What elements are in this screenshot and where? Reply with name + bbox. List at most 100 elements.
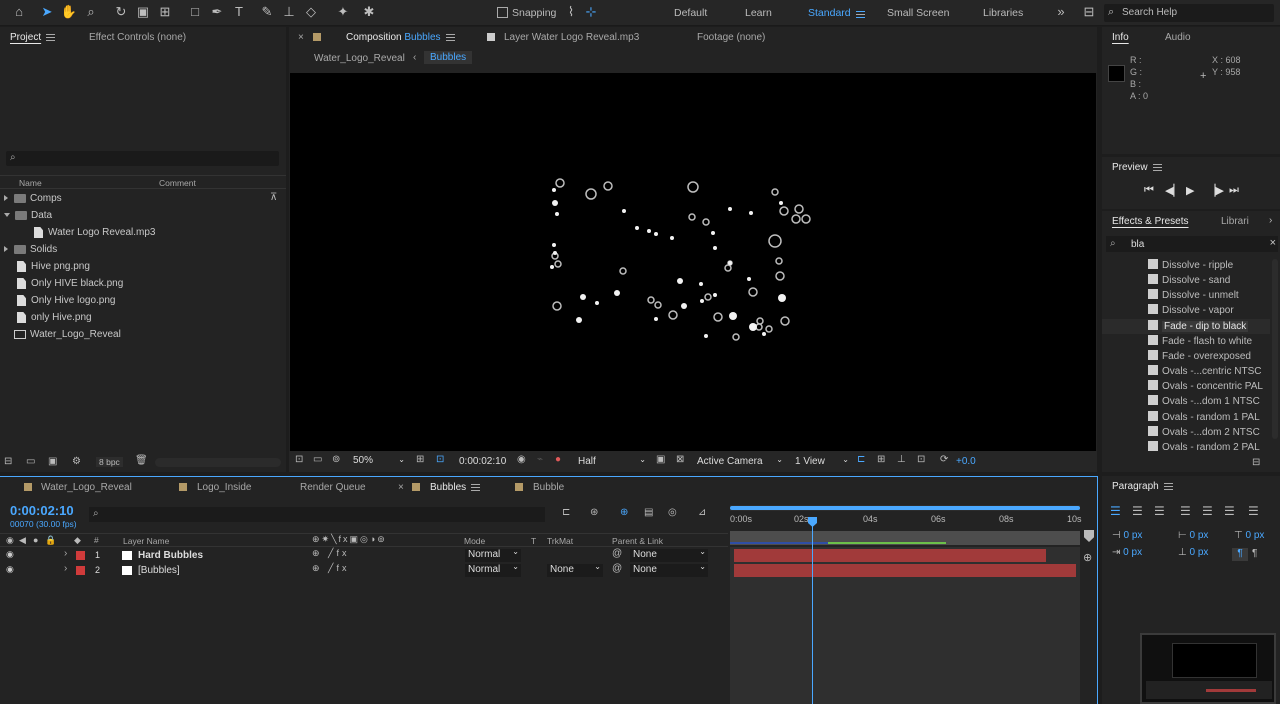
snap-grid-icon[interactable]: ⊹ bbox=[582, 3, 600, 21]
col-trkmat[interactable]: TrkMat bbox=[547, 536, 573, 546]
play-button[interactable]: ▶ bbox=[1186, 184, 1194, 197]
new-composition-icon[interactable]: ▣ bbox=[48, 456, 57, 467]
close-icon[interactable]: × bbox=[398, 482, 404, 493]
timeline-timecode[interactable]: 0:00:02:10 bbox=[10, 503, 74, 518]
timeline-icon[interactable]: ⊥ bbox=[897, 454, 906, 465]
region-of-interest-icon[interactable]: ▣ bbox=[656, 454, 665, 465]
new-folder-icon[interactable]: ▭ bbox=[26, 456, 35, 467]
effect-item-selected[interactable]: Fade - dip to black bbox=[1148, 319, 1249, 334]
more-workspaces-icon[interactable]: » bbox=[1052, 3, 1070, 21]
type-tool-icon[interactable]: T bbox=[230, 3, 248, 21]
project-item-image[interactable]: Only HIVE black.png bbox=[17, 278, 123, 289]
views-select[interactable]: 1 View ⌄ bbox=[795, 455, 851, 470]
motion-blur-icon[interactable]: ◎ bbox=[668, 507, 677, 518]
graph-editor-icon[interactable]: ⊿ bbox=[698, 507, 706, 518]
last-frame-button[interactable]: ⏭ bbox=[1229, 184, 1239, 197]
effect-item[interactable]: Ovals -...dom 2 NTSC bbox=[1148, 425, 1260, 440]
next-frame-button[interactable]: ▕▶ bbox=[1207, 184, 1224, 197]
effect-item[interactable]: Dissolve - ripple bbox=[1148, 258, 1233, 273]
pan-behind-tool-icon[interactable]: ⊞ bbox=[156, 3, 174, 21]
color-channels-icon[interactable]: ● bbox=[555, 454, 561, 465]
timeline-tab[interactable]: Logo_Inside bbox=[197, 477, 252, 499]
timeline-tab[interactable]: Water_Logo_Reveal bbox=[41, 477, 132, 499]
justify-all-icon[interactable]: ☰ bbox=[1248, 504, 1259, 518]
network-icon[interactable]: ⊼ bbox=[270, 192, 277, 203]
effect-item[interactable]: Dissolve - sand bbox=[1148, 273, 1230, 288]
timeline-search-input[interactable]: ⌕ bbox=[89, 507, 545, 522]
previous-frame-button[interactable]: ◀▏ bbox=[1165, 184, 1182, 197]
align-left-icon[interactable]: ☰ bbox=[1110, 504, 1121, 518]
ltr-direction-icon[interactable]: ¶ bbox=[1232, 548, 1248, 561]
eraser-tool-icon[interactable]: ◇ bbox=[302, 3, 320, 21]
workspace-small-screen[interactable]: Small Screen bbox=[887, 0, 949, 26]
close-icon[interactable]: × bbox=[298, 32, 304, 43]
transparency-grid-icon[interactable]: ⊠ bbox=[676, 454, 684, 465]
clone-stamp-tool-icon[interactable]: ⊥ bbox=[280, 3, 298, 21]
trash-icon[interactable]: 🗑 bbox=[135, 455, 148, 466]
project-item-image[interactable]: only Hive.png bbox=[17, 312, 92, 323]
first-line-indent-field[interactable]: ⇥ 0 px bbox=[1112, 547, 1142, 558]
time-ruler[interactable]: 0:00s 02s 04s 06s 08s 10s bbox=[730, 513, 1082, 529]
safe-zones-icon[interactable]: ⊡ bbox=[436, 454, 444, 465]
playhead[interactable] bbox=[812, 519, 813, 704]
effect-item[interactable]: Ovals - concentric PAL bbox=[1148, 379, 1263, 394]
tab-project[interactable]: Project bbox=[10, 27, 56, 49]
effect-item[interactable]: Fade - overexposed bbox=[1148, 349, 1251, 364]
workspace-switch-icon[interactable]: ⊟ bbox=[1080, 3, 1098, 21]
effect-item[interactable]: Ovals - random 1 PAL bbox=[1148, 410, 1260, 425]
effect-item[interactable]: Fade - flash to white bbox=[1148, 334, 1252, 349]
layer-switches[interactable]: ⊕ ╱fx bbox=[312, 563, 349, 574]
fast-previews-icon[interactable]: ⊞ bbox=[877, 454, 885, 465]
camera-select[interactable]: Active Camera ⌄ bbox=[697, 455, 785, 470]
time-navigator[interactable] bbox=[730, 505, 1080, 511]
effect-item[interactable]: Dissolve - vapor bbox=[1148, 303, 1234, 318]
effects-scrollbar[interactable] bbox=[1272, 259, 1278, 439]
comp-marker-icon[interactable] bbox=[1084, 530, 1094, 542]
snap-icon[interactable]: ⌇ bbox=[562, 3, 580, 21]
workspace-standard[interactable]: Standard bbox=[808, 0, 851, 26]
layer-row[interactable]: ◉ › 2 [Bubbles] ⊕ ╱fx Normal ⌄ None ⌄ @ … bbox=[0, 562, 728, 578]
project-scrollbar[interactable] bbox=[155, 458, 281, 467]
pen-tool-icon[interactable]: ✒ bbox=[208, 3, 226, 21]
project-item-comp[interactable]: Water_Logo_Reveal bbox=[14, 329, 121, 340]
work-area-track[interactable] bbox=[730, 531, 1080, 545]
justify-left-icon[interactable]: ☰ bbox=[1180, 504, 1191, 518]
snapping-checkbox[interactable] bbox=[497, 7, 508, 18]
always-preview-icon[interactable]: ⊡ bbox=[295, 454, 303, 465]
col-name-header[interactable]: Name bbox=[19, 178, 42, 188]
rectangle-tool-icon[interactable]: □ bbox=[186, 3, 204, 21]
layer-name[interactable]: [Bubbles] bbox=[138, 565, 180, 576]
panel-menu-icon[interactable] bbox=[1163, 482, 1173, 490]
col-parent[interactable]: Parent & Link bbox=[612, 536, 663, 546]
col-comment-header[interactable]: Comment bbox=[159, 178, 196, 188]
layer-name[interactable]: Hard Bubbles bbox=[138, 550, 203, 561]
show-snapshot-icon[interactable]: ⌁ bbox=[537, 454, 543, 465]
selection-tool-icon[interactable]: ➤ bbox=[38, 3, 56, 21]
project-search-input[interactable]: ⌕ bbox=[6, 151, 279, 166]
col-t[interactable]: T bbox=[531, 536, 536, 546]
project-item-solids[interactable]: Solids bbox=[4, 244, 57, 255]
vr-icon[interactable]: ⊚ bbox=[332, 454, 340, 465]
space-after-field[interactable]: ⊥ 0 px bbox=[1178, 547, 1208, 558]
work-area-bar[interactable] bbox=[730, 506, 1080, 510]
project-item-data[interactable]: Data bbox=[4, 210, 52, 221]
panel-menu-icon[interactable] bbox=[471, 483, 481, 491]
project-item-image[interactable]: Hive png.png bbox=[17, 261, 90, 272]
resolution-select[interactable]: Half ⌄ bbox=[578, 455, 648, 470]
first-frame-button[interactable]: ⏮ bbox=[1144, 184, 1154, 197]
panel-menu-icon[interactable] bbox=[1152, 163, 1162, 171]
col-mode[interactable]: Mode bbox=[464, 536, 485, 546]
layer-duration-bar[interactable] bbox=[734, 564, 1076, 577]
justify-right-icon[interactable]: ☰ bbox=[1224, 504, 1235, 518]
timeline-tab-active[interactable]: Bubbles bbox=[430, 477, 481, 499]
snapshot-icon[interactable]: ◉ bbox=[517, 454, 526, 465]
hand-tool-icon[interactable]: ✋ bbox=[60, 3, 78, 21]
composition-lock-icon[interactable] bbox=[313, 33, 321, 41]
tab-layer[interactable]: Layer Water Logo Reveal.mp3 bbox=[504, 27, 639, 49]
rotate-tool-icon[interactable]: ↻ bbox=[112, 3, 130, 21]
tab-audio[interactable]: Audio bbox=[1165, 27, 1191, 49]
label-color-swatch[interactable] bbox=[76, 551, 85, 560]
effect-item[interactable]: Ovals - random 2 PAL bbox=[1148, 440, 1260, 455]
timeline-tab-render-queue[interactable]: Render Queue bbox=[300, 477, 366, 499]
breadcrumb-current[interactable]: Bubbles bbox=[424, 51, 473, 64]
